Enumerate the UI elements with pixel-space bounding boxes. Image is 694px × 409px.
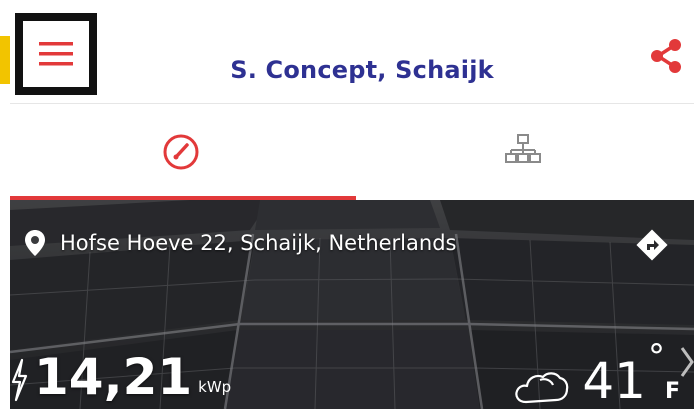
directions-button[interactable] xyxy=(636,229,668,261)
page-title: S. Concept, Schaijk xyxy=(230,56,494,84)
tab-bar xyxy=(10,104,694,200)
degree-symbol: ° xyxy=(647,337,665,377)
hamburger-menu-icon xyxy=(39,42,73,66)
temperature-unit: F xyxy=(664,379,680,404)
menu-button[interactable] xyxy=(15,13,97,95)
site-address: Hofse Hoeve 22, Schaijk, Netherlands xyxy=(60,231,457,255)
address-row: Hofse Hoeve 22, Schaijk, Netherlands xyxy=(24,228,456,258)
lightning-icon xyxy=(11,358,28,402)
peak-power-unit: kWp xyxy=(198,378,232,396)
temperature-value: 41 xyxy=(582,352,646,409)
tab-structure[interactable] xyxy=(352,104,694,200)
app-bar: S. Concept, Schaijk xyxy=(10,13,694,104)
cloud-icon xyxy=(515,372,569,404)
peak-power-value: 14,21 xyxy=(34,348,193,406)
title-container: S. Concept, Schaijk xyxy=(160,41,564,99)
share-button[interactable] xyxy=(648,35,684,77)
hierarchy-icon xyxy=(505,134,541,163)
chevron-right-icon xyxy=(680,347,694,377)
share-icon xyxy=(651,39,681,73)
location-pin-icon xyxy=(25,230,45,256)
directions-icon xyxy=(636,229,668,261)
power-readout: 14,21 kWp xyxy=(10,332,231,402)
next-arrow-button[interactable] xyxy=(680,342,694,382)
site-hero-image: Hofse Hoeve 22, Schaijk, Netherlands 14,… xyxy=(10,200,694,409)
weather-readout: 41 ° F xyxy=(512,336,680,406)
tab-dashboard[interactable] xyxy=(10,104,352,200)
gauge-icon xyxy=(163,134,199,170)
